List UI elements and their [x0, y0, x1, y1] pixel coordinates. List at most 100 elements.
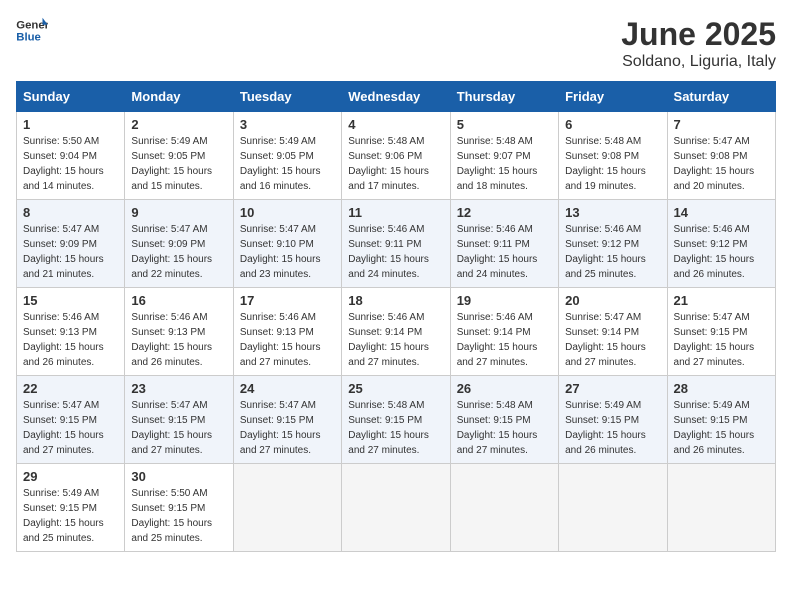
- table-cell: 2 Sunrise: 5:49 AM Sunset: 9:05 PM Dayli…: [125, 112, 233, 200]
- day-info: Sunrise: 5:50 AM Sunset: 9:04 PM Dayligh…: [23, 134, 118, 194]
- title-area: June 2025 Soldano, Liguria, Italy: [621, 16, 776, 71]
- col-friday: Friday: [559, 82, 667, 112]
- day-info: Sunrise: 5:48 AM Sunset: 9:08 PM Dayligh…: [565, 134, 660, 194]
- day-info: Sunrise: 5:46 AM Sunset: 9:13 PM Dayligh…: [23, 310, 118, 370]
- table-cell: 28 Sunrise: 5:49 AM Sunset: 9:15 PM Dayl…: [667, 376, 775, 464]
- day-number: 22: [23, 381, 118, 396]
- table-cell: 7 Sunrise: 5:47 AM Sunset: 9:08 PM Dayli…: [667, 112, 775, 200]
- table-cell: 14 Sunrise: 5:46 AM Sunset: 9:12 PM Dayl…: [667, 200, 775, 288]
- day-number: 28: [674, 381, 769, 396]
- table-cell: 12 Sunrise: 5:46 AM Sunset: 9:11 PM Dayl…: [450, 200, 558, 288]
- table-cell: 13 Sunrise: 5:46 AM Sunset: 9:12 PM Dayl…: [559, 200, 667, 288]
- day-info: Sunrise: 5:46 AM Sunset: 9:14 PM Dayligh…: [348, 310, 443, 370]
- day-info: Sunrise: 5:48 AM Sunset: 9:07 PM Dayligh…: [457, 134, 552, 194]
- col-wednesday: Wednesday: [342, 82, 450, 112]
- day-number: 8: [23, 205, 118, 220]
- day-number: 20: [565, 293, 660, 308]
- day-number: 24: [240, 381, 335, 396]
- table-cell: [559, 464, 667, 552]
- table-row: 29 Sunrise: 5:49 AM Sunset: 9:15 PM Dayl…: [17, 464, 776, 552]
- col-saturday: Saturday: [667, 82, 775, 112]
- day-info: Sunrise: 5:46 AM Sunset: 9:11 PM Dayligh…: [348, 222, 443, 282]
- col-sunday: Sunday: [17, 82, 125, 112]
- day-info: Sunrise: 5:48 AM Sunset: 9:15 PM Dayligh…: [457, 398, 552, 458]
- location-title: Soldano, Liguria, Italy: [621, 53, 776, 71]
- table-cell: 30 Sunrise: 5:50 AM Sunset: 9:15 PM Dayl…: [125, 464, 233, 552]
- day-number: 3: [240, 117, 335, 132]
- day-number: 27: [565, 381, 660, 396]
- day-info: Sunrise: 5:47 AM Sunset: 9:15 PM Dayligh…: [23, 398, 118, 458]
- day-info: Sunrise: 5:49 AM Sunset: 9:15 PM Dayligh…: [674, 398, 769, 458]
- day-number: 17: [240, 293, 335, 308]
- table-cell: [233, 464, 341, 552]
- day-number: 7: [674, 117, 769, 132]
- day-info: Sunrise: 5:49 AM Sunset: 9:15 PM Dayligh…: [565, 398, 660, 458]
- table-cell: 24 Sunrise: 5:47 AM Sunset: 9:15 PM Dayl…: [233, 376, 341, 464]
- logo-icon: General Blue: [16, 16, 48, 44]
- col-thursday: Thursday: [450, 82, 558, 112]
- day-number: 26: [457, 381, 552, 396]
- table-row: 8 Sunrise: 5:47 AM Sunset: 9:09 PM Dayli…: [17, 200, 776, 288]
- col-monday: Monday: [125, 82, 233, 112]
- day-number: 10: [240, 205, 335, 220]
- table-cell: 29 Sunrise: 5:49 AM Sunset: 9:15 PM Dayl…: [17, 464, 125, 552]
- day-number: 14: [674, 205, 769, 220]
- day-info: Sunrise: 5:46 AM Sunset: 9:12 PM Dayligh…: [674, 222, 769, 282]
- month-title: June 2025: [621, 16, 776, 53]
- day-number: 4: [348, 117, 443, 132]
- day-number: 19: [457, 293, 552, 308]
- day-info: Sunrise: 5:46 AM Sunset: 9:12 PM Dayligh…: [565, 222, 660, 282]
- table-cell: 6 Sunrise: 5:48 AM Sunset: 9:08 PM Dayli…: [559, 112, 667, 200]
- table-cell: 9 Sunrise: 5:47 AM Sunset: 9:09 PM Dayli…: [125, 200, 233, 288]
- day-info: Sunrise: 5:49 AM Sunset: 9:15 PM Dayligh…: [23, 486, 118, 546]
- col-tuesday: Tuesday: [233, 82, 341, 112]
- table-cell: 17 Sunrise: 5:46 AM Sunset: 9:13 PM Dayl…: [233, 288, 341, 376]
- day-number: 29: [23, 469, 118, 484]
- table-cell: 3 Sunrise: 5:49 AM Sunset: 9:05 PM Dayli…: [233, 112, 341, 200]
- day-info: Sunrise: 5:47 AM Sunset: 9:10 PM Dayligh…: [240, 222, 335, 282]
- day-number: 2: [131, 117, 226, 132]
- day-number: 18: [348, 293, 443, 308]
- table-cell: 10 Sunrise: 5:47 AM Sunset: 9:10 PM Dayl…: [233, 200, 341, 288]
- day-info: Sunrise: 5:47 AM Sunset: 9:09 PM Dayligh…: [131, 222, 226, 282]
- day-number: 30: [131, 469, 226, 484]
- table-cell: 19 Sunrise: 5:46 AM Sunset: 9:14 PM Dayl…: [450, 288, 558, 376]
- table-cell: 26 Sunrise: 5:48 AM Sunset: 9:15 PM Dayl…: [450, 376, 558, 464]
- logo: General Blue: [16, 16, 48, 44]
- day-number: 12: [457, 205, 552, 220]
- day-info: Sunrise: 5:48 AM Sunset: 9:15 PM Dayligh…: [348, 398, 443, 458]
- table-row: 22 Sunrise: 5:47 AM Sunset: 9:15 PM Dayl…: [17, 376, 776, 464]
- table-cell: 8 Sunrise: 5:47 AM Sunset: 9:09 PM Dayli…: [17, 200, 125, 288]
- day-info: Sunrise: 5:46 AM Sunset: 9:13 PM Dayligh…: [131, 310, 226, 370]
- table-cell: 18 Sunrise: 5:46 AM Sunset: 9:14 PM Dayl…: [342, 288, 450, 376]
- calendar-header-row: Sunday Monday Tuesday Wednesday Thursday…: [17, 82, 776, 112]
- table-row: 1 Sunrise: 5:50 AM Sunset: 9:04 PM Dayli…: [17, 112, 776, 200]
- table-cell: 4 Sunrise: 5:48 AM Sunset: 9:06 PM Dayli…: [342, 112, 450, 200]
- table-cell: 15 Sunrise: 5:46 AM Sunset: 9:13 PM Dayl…: [17, 288, 125, 376]
- table-cell: 23 Sunrise: 5:47 AM Sunset: 9:15 PM Dayl…: [125, 376, 233, 464]
- day-number: 21: [674, 293, 769, 308]
- day-info: Sunrise: 5:46 AM Sunset: 9:14 PM Dayligh…: [457, 310, 552, 370]
- table-cell: 1 Sunrise: 5:50 AM Sunset: 9:04 PM Dayli…: [17, 112, 125, 200]
- day-info: Sunrise: 5:47 AM Sunset: 9:09 PM Dayligh…: [23, 222, 118, 282]
- day-info: Sunrise: 5:47 AM Sunset: 9:08 PM Dayligh…: [674, 134, 769, 194]
- table-cell: 5 Sunrise: 5:48 AM Sunset: 9:07 PM Dayli…: [450, 112, 558, 200]
- day-number: 11: [348, 205, 443, 220]
- calendar-table: Sunday Monday Tuesday Wednesday Thursday…: [16, 81, 776, 552]
- day-info: Sunrise: 5:47 AM Sunset: 9:15 PM Dayligh…: [131, 398, 226, 458]
- table-cell: 21 Sunrise: 5:47 AM Sunset: 9:15 PM Dayl…: [667, 288, 775, 376]
- table-cell: [450, 464, 558, 552]
- day-number: 25: [348, 381, 443, 396]
- day-info: Sunrise: 5:49 AM Sunset: 9:05 PM Dayligh…: [131, 134, 226, 194]
- table-cell: 11 Sunrise: 5:46 AM Sunset: 9:11 PM Dayl…: [342, 200, 450, 288]
- page-header: General Blue June 2025 Soldano, Liguria,…: [16, 16, 776, 71]
- table-row: 15 Sunrise: 5:46 AM Sunset: 9:13 PM Dayl…: [17, 288, 776, 376]
- day-number: 16: [131, 293, 226, 308]
- day-number: 5: [457, 117, 552, 132]
- day-info: Sunrise: 5:48 AM Sunset: 9:06 PM Dayligh…: [348, 134, 443, 194]
- day-number: 13: [565, 205, 660, 220]
- table-cell: 22 Sunrise: 5:47 AM Sunset: 9:15 PM Dayl…: [17, 376, 125, 464]
- day-info: Sunrise: 5:49 AM Sunset: 9:05 PM Dayligh…: [240, 134, 335, 194]
- table-cell: [342, 464, 450, 552]
- day-info: Sunrise: 5:47 AM Sunset: 9:14 PM Dayligh…: [565, 310, 660, 370]
